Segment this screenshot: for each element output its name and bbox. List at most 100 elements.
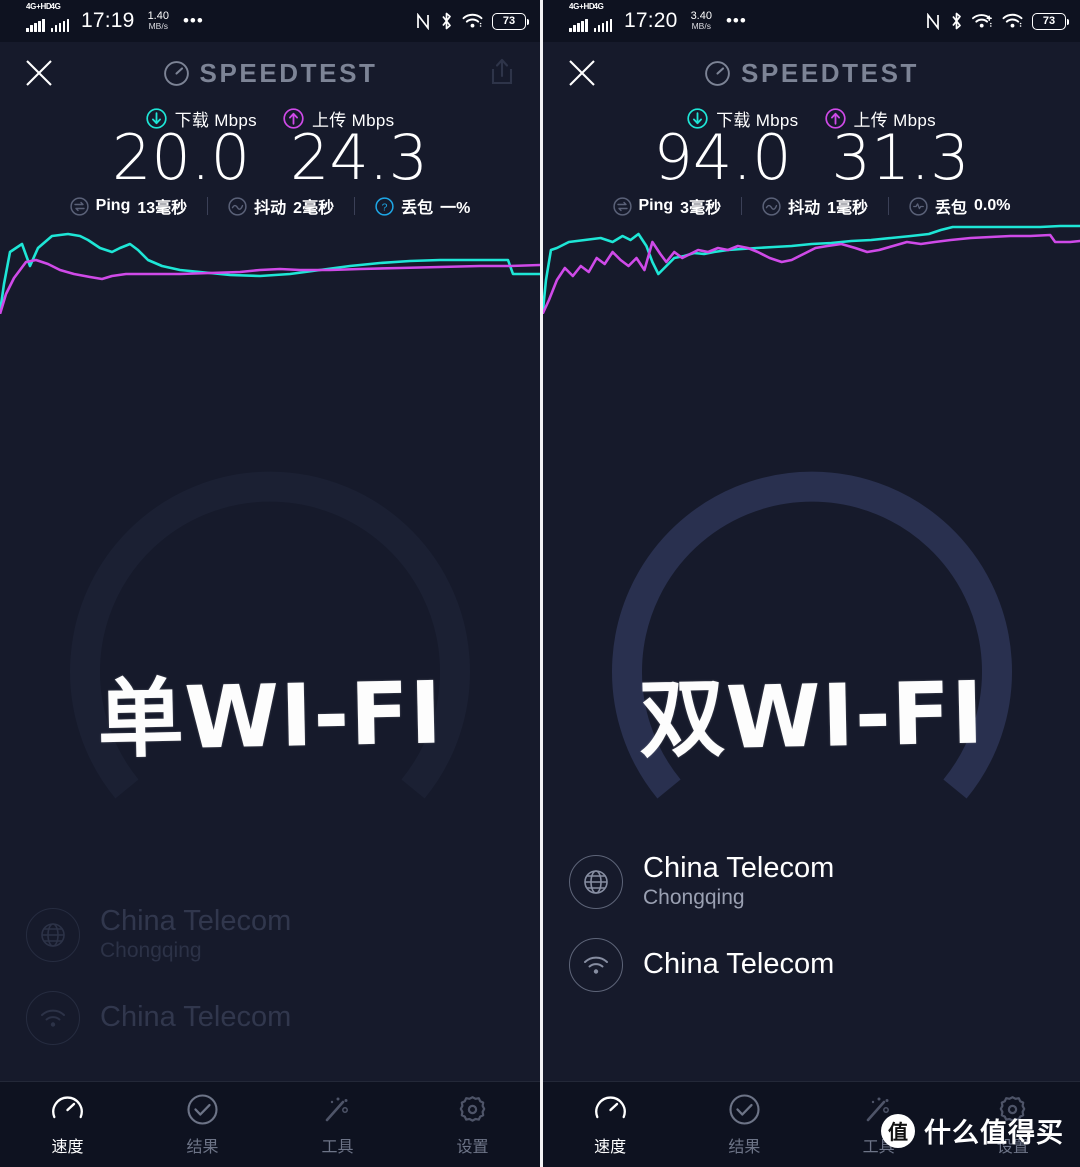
speedometer-icon (52, 1095, 83, 1118)
annotation-text: 单WI-FI (96, 663, 444, 771)
speedometer-icon (594, 1095, 626, 1118)
download-value: 94.0 (653, 121, 792, 194)
stat-loss-label: 丢包 (401, 200, 434, 218)
network-speed-indicator: 3.40 MB/s (691, 11, 712, 31)
signal-bars-icon (26, 18, 45, 32)
watermark-text: 什么值得买 (924, 1118, 1064, 1148)
speed-history-chart (543, 222, 1080, 315)
share-button[interactable] (488, 56, 518, 90)
stat-jitter-value: 2毫秒 (293, 200, 335, 218)
tab-tools[interactable]: 工具 (270, 1082, 405, 1167)
signal-bars-icon (569, 18, 588, 32)
help-icon: ? (375, 196, 394, 216)
stat-ping-label: Ping (95, 197, 131, 215)
stat-divider (741, 197, 743, 216)
isp-provider-row[interactable]: China Telecom Chongqing (26, 905, 506, 965)
status-bar: 4G+HD 4G 17:20 3.40 MB/s ••• 73 (543, 0, 1080, 42)
dual-screenshot-comparison: 4G+HD 4G 17:19 1.40 MB/s ••• 73 SPEEDTES… (0, 0, 1080, 1167)
jitter-icon (762, 196, 781, 216)
metric-values-row: 94.0 31.3 (543, 125, 1080, 190)
sim2-signal: 4G (593, 2, 612, 32)
annotation-text: 双WI-FI (638, 663, 986, 771)
brand-title: SPEEDTEST (199, 57, 378, 88)
app-header: SPEEDTEST (543, 42, 1080, 104)
bluetooth-icon (952, 12, 961, 30)
tab-speed-label: 速度 (51, 1138, 84, 1156)
battery-level: 73 (502, 15, 516, 27)
close-icon (569, 60, 595, 86)
stat-loss: 丢包 0.0% (909, 194, 1010, 218)
sim1-network-label: 4G+HD (26, 1, 52, 11)
stat-ping: Ping 3毫秒 (612, 194, 722, 218)
network-stats-row: Ping 13毫秒 抖动 2毫秒 ? 丢包 一% (0, 194, 540, 218)
tab-results[interactable]: 结果 (135, 1082, 270, 1167)
isp-provider-name: China Telecom (100, 905, 292, 937)
stat-jitter-label: 抖动 (788, 200, 821, 218)
stat-loss[interactable]: ? 丢包 一% (375, 194, 470, 218)
stat-jitter-value: 1毫秒 (827, 200, 868, 218)
tab-results[interactable]: 结果 (677, 1082, 811, 1167)
panel-left: 4G+HD 4G 17:19 1.40 MB/s ••• 73 SPEEDTES… (0, 0, 540, 1167)
tab-speed-label: 速度 (594, 1138, 627, 1156)
wifi-plus-icon (972, 14, 992, 28)
app-header: SPEEDTEST (0, 42, 540, 104)
nfc-icon (417, 12, 429, 30)
battery-indicator: 73 (1032, 12, 1070, 30)
bluetooth-icon (442, 12, 451, 30)
speed-unit: MB/s (148, 21, 168, 32)
loss-icon (909, 196, 928, 216)
globe-icon (569, 854, 623, 909)
close-button[interactable] (565, 56, 599, 90)
brand-title: SPEEDTEST (741, 57, 919, 88)
isp-connection-name: China Telecom (643, 947, 835, 980)
gear-icon (459, 1095, 486, 1122)
status-time: 17:19 (81, 9, 135, 32)
stat-loss-value: 一% (440, 200, 471, 218)
isp-connection-row[interactable]: China Telecom (569, 937, 1049, 992)
gauge-stage: 单WI-FI (0, 314, 540, 1004)
ping-icon (70, 196, 89, 216)
tab-settings[interactable]: 设置 (405, 1082, 540, 1167)
stat-ping: Ping 13毫秒 (70, 194, 187, 218)
svg-text:?: ? (382, 201, 388, 213)
tab-tools-label: 工具 (321, 1138, 354, 1156)
jitter-icon (228, 196, 247, 216)
isp-connection-text: China Telecom (643, 948, 834, 981)
network-speed-indicator: 1.40 MB/s (148, 11, 169, 31)
watermark-badge: 值 (881, 1113, 915, 1148)
signal-bars-icon (593, 18, 612, 32)
watermark: 值 什么值得买 (881, 1111, 1064, 1150)
more-dots-icon: ••• (182, 11, 204, 30)
download-line (543, 224, 1080, 312)
tab-results-label: 结果 (728, 1138, 761, 1156)
sim1-signal: 4G+HD (569, 2, 595, 32)
tab-settings-label: 设置 (456, 1138, 489, 1156)
tab-results-label: 结果 (186, 1138, 219, 1156)
ping-icon (612, 196, 632, 216)
panel-right: 4G+HD 4G 17:20 3.40 MB/s ••• 73 SPEEDTES… (540, 0, 1080, 1167)
stat-divider (888, 197, 889, 216)
isp-connection-name: China Telecom (100, 1000, 292, 1033)
tab-speed[interactable]: 速度 (543, 1082, 677, 1167)
brand-logo: SPEEDTEST (704, 58, 919, 89)
isp-connection-row[interactable]: China Telecom (26, 990, 506, 1045)
wifi-circle-icon (569, 937, 623, 992)
close-button[interactable] (22, 56, 56, 90)
speed-unit: MB/s (691, 21, 711, 32)
tab-speed[interactable]: 速度 (0, 1082, 135, 1167)
status-bar: 4G+HD 4G 17:19 1.40 MB/s ••• 73 (0, 0, 540, 42)
stat-ping-label: Ping (638, 197, 674, 215)
sim1-network-label: 4G+HD (569, 1, 595, 11)
stat-ping-value: 3毫秒 (680, 200, 722, 218)
isp-provider-text: China Telecom Chongqing (100, 905, 291, 965)
stat-jitter: 抖动 2毫秒 (228, 194, 334, 218)
sim2-signal: 4G (50, 2, 69, 32)
share-icon (491, 58, 513, 85)
sim2-network-label: 4G (50, 1, 61, 11)
stat-jitter: 抖动 1毫秒 (762, 194, 868, 218)
bottom-navigation: 速度 结果 工具 设置 (0, 1081, 540, 1167)
stat-loss-label: 丢包 (935, 200, 968, 218)
isp-provider-row[interactable]: China Telecom Chongqing (569, 852, 1049, 912)
isp-info: China Telecom Chongqing China Telecom (569, 852, 1049, 1018)
download-value: 20.0 (111, 121, 251, 194)
